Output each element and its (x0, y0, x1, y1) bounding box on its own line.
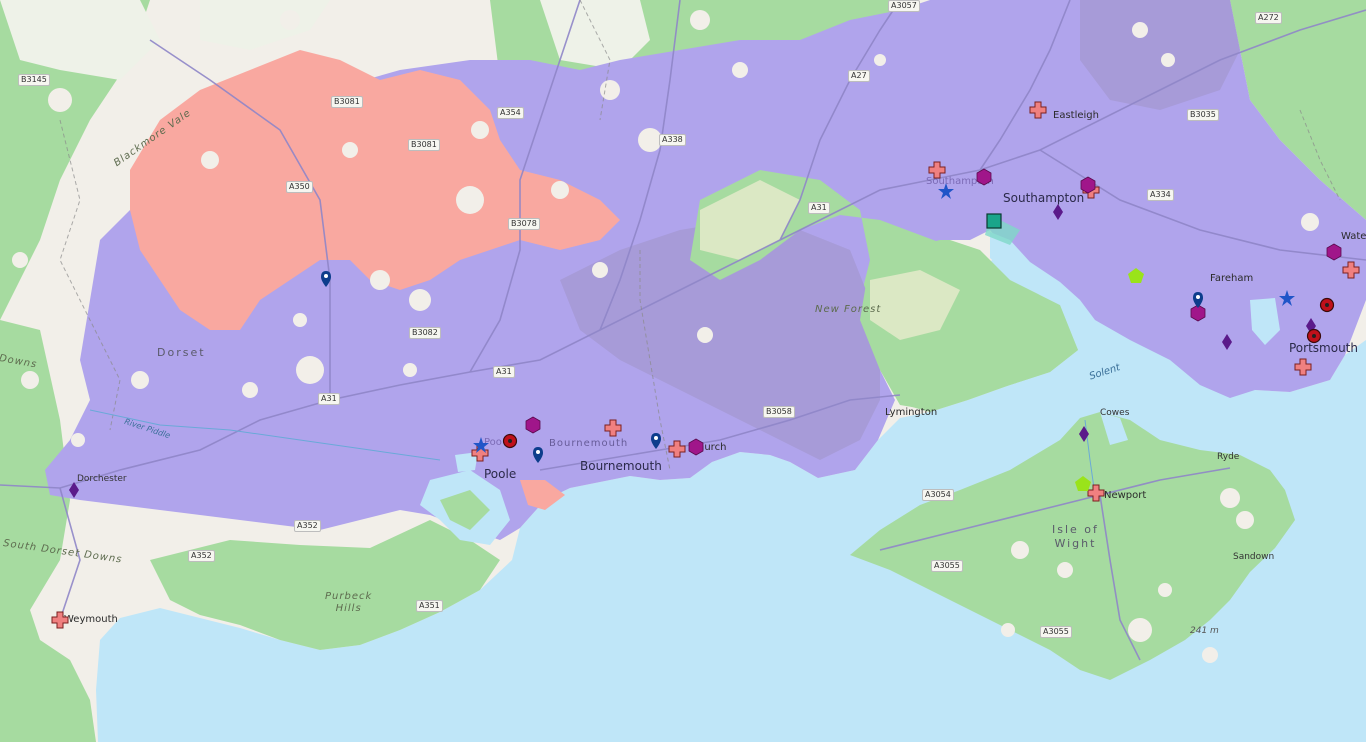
hexagon-marker[interactable] (687, 438, 705, 456)
cross-marker[interactable] (1294, 358, 1312, 376)
cross-marker[interactable] (668, 440, 686, 458)
pin-marker[interactable] (1189, 291, 1207, 309)
circle-marker[interactable] (1318, 296, 1336, 314)
cross-marker[interactable] (604, 419, 622, 437)
map-base-layer (0, 0, 1366, 742)
cross-marker[interactable] (928, 161, 946, 179)
star-marker[interactable] (1278, 289, 1296, 307)
hexagon-marker[interactable] (975, 168, 993, 186)
hexagon-marker[interactable] (1079, 176, 1097, 194)
star-marker[interactable] (472, 436, 490, 454)
cross-marker[interactable] (1029, 101, 1047, 119)
diamond-marker[interactable] (1049, 203, 1067, 221)
star-marker[interactable] (937, 182, 955, 200)
diamond-marker[interactable] (1075, 425, 1093, 443)
pentagon-marker[interactable] (1074, 475, 1092, 493)
cross-marker[interactable] (1342, 261, 1360, 279)
diamond-marker[interactable] (1218, 333, 1236, 351)
circle-marker[interactable] (1305, 327, 1323, 345)
diamond-marker[interactable] (65, 481, 83, 499)
hexagon-marker[interactable] (524, 416, 542, 434)
circle-marker[interactable] (501, 432, 519, 450)
cross-marker[interactable] (51, 611, 69, 629)
hexagon-marker[interactable] (1325, 243, 1343, 261)
pin-marker[interactable] (647, 432, 665, 450)
square-marker[interactable] (985, 212, 1003, 230)
pentagon-marker[interactable] (1127, 267, 1145, 285)
pin-marker[interactable] (529, 446, 547, 464)
map-view[interactable]: Dorset New Forest Isle of Wight Purbeck … (0, 0, 1366, 742)
pin-marker[interactable] (317, 270, 335, 288)
